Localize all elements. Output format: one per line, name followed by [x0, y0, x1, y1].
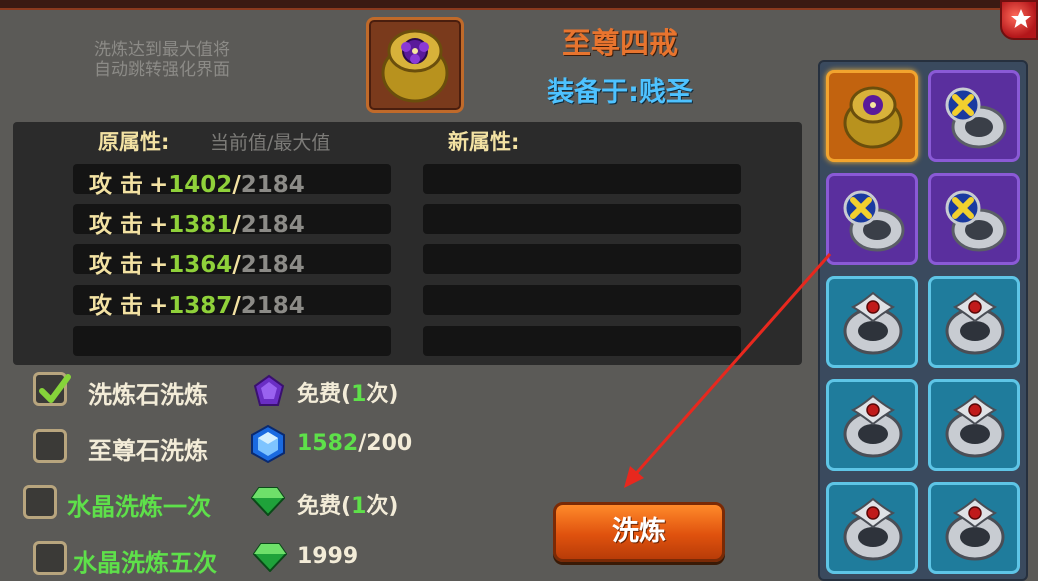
attr-max: 2184 — [240, 293, 305, 319]
inventory-slot[interactable] — [826, 482, 918, 574]
ruby-ring-icon — [843, 497, 903, 561]
inventory-slot[interactable] — [928, 482, 1020, 574]
attr-plus: + — [149, 172, 169, 198]
item-name: 至尊四戒 — [561, 26, 678, 60]
item-portrait — [366, 17, 464, 113]
inventory-slot[interactable] — [928, 379, 1020, 471]
original-attr-row: 攻 击 +1402/2184 — [73, 164, 391, 198]
check-icon — [39, 374, 71, 403]
new-attr-row — [423, 285, 741, 315]
inventory-slot[interactable] — [928, 173, 1020, 265]
purple-gem-icon — [253, 374, 285, 406]
inventory-slot[interactable] — [826, 379, 918, 471]
option-cost-crystal-once: 免费(1次) — [297, 494, 399, 519]
silver-cross-ring-icon — [843, 190, 905, 252]
checkbox-wash-stone[interactable] — [33, 372, 71, 406]
attr-plus: + — [149, 293, 169, 319]
new-attr-row — [423, 244, 741, 274]
ruby-ring-icon — [945, 394, 1005, 458]
attr-text: 攻 击 +1364/2184 — [89, 245, 305, 279]
attr-sep: / — [232, 172, 241, 198]
attr-max: 2184 — [240, 252, 305, 278]
new-attr-row — [423, 204, 741, 234]
attr-plus: + — [149, 212, 169, 238]
ruby-ring-icon — [945, 291, 1005, 355]
option-cost-supreme-stone: 1582/200 — [297, 431, 413, 456]
blue-crystal-icon — [251, 425, 285, 463]
original-attr-row — [73, 326, 391, 356]
checkbox-crystal-five[interactable] — [33, 541, 67, 575]
attr-current: 1387 — [168, 293, 233, 319]
attr-current: 1402 — [168, 172, 233, 198]
attr-name: 攻 击 — [89, 172, 144, 198]
attr-name: 攻 击 — [89, 252, 144, 278]
attr-plus: + — [149, 252, 169, 278]
option-label-supreme-stone: 至尊石洗炼 — [88, 437, 208, 465]
wash-button[interactable]: 洗炼 — [553, 502, 725, 562]
green-crystal-icon — [253, 543, 287, 572]
attr-current: 1364 — [168, 252, 233, 278]
option-label-crystal-once: 水晶洗炼一次 — [67, 493, 211, 521]
ruby-ring-icon — [843, 291, 903, 355]
ruby-ring-icon — [843, 394, 903, 458]
original-attr-row: 攻 击 +1387/2184 — [73, 285, 391, 319]
current-max-label: 当前值/最大值 — [210, 132, 331, 154]
inventory-slot[interactable] — [928, 276, 1020, 368]
attr-text: 攻 击 +1381/2184 — [89, 205, 305, 239]
attr-name: 攻 击 — [89, 212, 144, 238]
inventory-slot[interactable] — [826, 173, 918, 265]
original-attr-title: 原属性: — [98, 130, 170, 154]
attr-max: 2184 — [240, 212, 305, 238]
new-attr-row — [423, 164, 741, 194]
gold-ring-icon — [381, 29, 449, 103]
original-attr-row: 攻 击 +1364/2184 — [73, 244, 391, 278]
attr-current: 1381 — [168, 212, 233, 238]
top-bar — [0, 0, 1010, 10]
inventory-slot[interactable] — [928, 70, 1020, 162]
attr-sep: / — [232, 252, 241, 278]
attr-max: 2184 — [240, 172, 305, 198]
attr-sep: / — [232, 212, 241, 238]
attr-text: 攻 击 +1402/2184 — [89, 165, 305, 199]
original-attr-row: 攻 击 +1381/2184 — [73, 204, 391, 238]
checkbox-supreme-stone[interactable] — [33, 429, 67, 463]
option-label-crystal-five: 水晶洗炼五次 — [73, 549, 217, 577]
star-icon — [1011, 9, 1031, 28]
green-crystal-icon — [251, 487, 285, 516]
inventory-slot[interactable] — [826, 276, 918, 368]
ruby-ring-icon — [945, 497, 1005, 561]
inventory-slot[interactable] — [826, 70, 918, 162]
attr-sep: / — [232, 293, 241, 319]
close-button[interactable] — [1000, 0, 1038, 40]
auto-jump-hint: 洗炼达到最大值将 自动跳转强化界面 — [94, 40, 230, 80]
attr-text: 攻 击 +1387/2184 — [89, 286, 305, 320]
option-label-wash-stone: 洗炼石洗炼 — [88, 381, 208, 409]
silver-cross-ring-icon — [945, 87, 1007, 149]
new-attr-title: 新属性: — [448, 130, 520, 154]
checkbox-crystal-once[interactable] — [23, 485, 57, 519]
option-cost-wash-stone: 免费(1次) — [297, 382, 399, 407]
new-attr-row — [423, 326, 741, 356]
attr-name: 攻 击 — [89, 293, 144, 319]
silver-cross-ring-icon — [945, 190, 1007, 252]
equipped-on-label: 装备于:贱圣 — [547, 77, 693, 108]
gold-ring-icon — [843, 86, 903, 149]
option-cost-crystal-five: 1999 — [297, 544, 359, 569]
